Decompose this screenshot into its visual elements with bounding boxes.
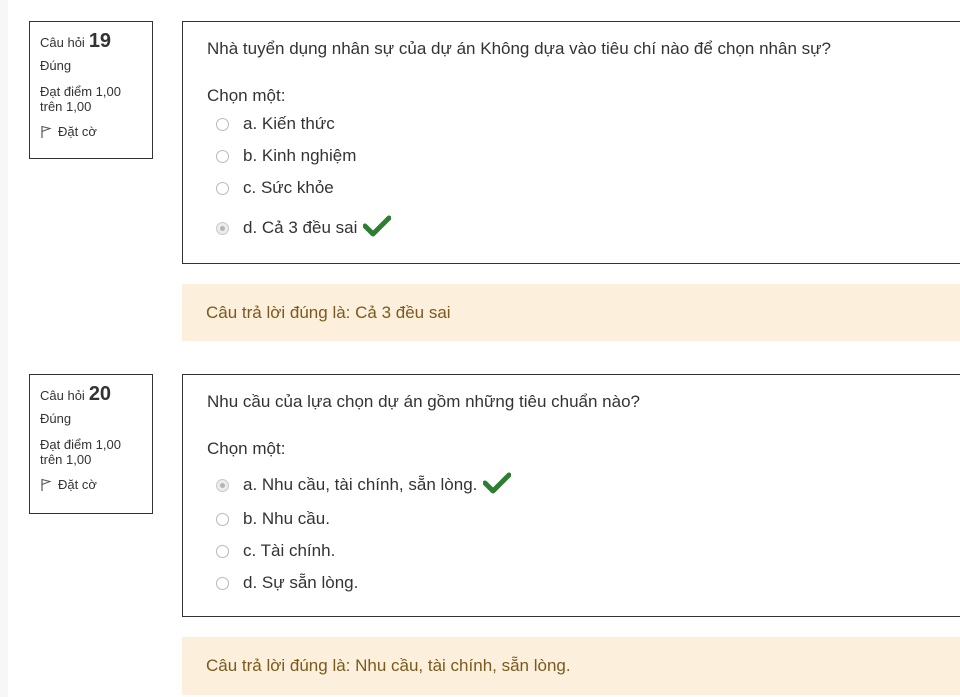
answer-prompt: Chọn một: <box>207 439 286 458</box>
correct-answer-text: Câu trả lời đúng là: Nhu cầu, tài chính,… <box>206 656 571 675</box>
answer-list: a. Nhu cầu, tài chính, sẵn lòng. b. Nhu … <box>207 467 948 599</box>
flag-question-button[interactable]: Đặt cờ <box>40 477 142 492</box>
answer-label: b. Kinh nghiệm <box>243 146 357 165</box>
question-label: Câu hỏi <box>40 388 85 403</box>
checkmark-icon <box>362 215 392 242</box>
answer-label: d. Sự sẵn lòng. <box>243 573 359 592</box>
question-content: Nhu cầu của lựa chọn dự án gồm những tiê… <box>182 374 960 617</box>
answer-label: a. Kiến thức <box>243 114 335 133</box>
answer-label: c. Sức khỏe <box>243 178 334 197</box>
correct-answer-text: Câu trả lời đúng là: Cả 3 đều sai <box>206 302 451 322</box>
question-number: Câu hỏi 20 <box>40 383 142 409</box>
radio-button[interactable] <box>216 181 229 195</box>
question-text: Nhu cầu của lựa chọn dự án gồm những tiê… <box>207 392 640 411</box>
answer-option[interactable]: b. Kinh nghiệm <box>207 140 948 172</box>
flag-question-button[interactable]: Đặt cờ <box>40 124 142 139</box>
question-feedback: Câu trả lời đúng là: Nhu cầu, tài chính,… <box>182 637 960 695</box>
answer-list: a. Kiến thức b. Kinh nghiệm c. Sức khỏe … <box>207 108 948 252</box>
answer-prompt: Chọn một: <box>207 86 286 105</box>
question-info-box: Câu hỏi 20 Đúng Đạt điểm 1,00 trên 1,00 … <box>29 374 153 514</box>
question-number: Câu hỏi 19 <box>40 30 142 56</box>
radio-button-selected[interactable] <box>216 478 229 492</box>
flag-label: Đặt cờ <box>58 477 97 492</box>
left-margin-strip <box>0 0 8 697</box>
flag-icon <box>40 125 52 139</box>
answer-label: c. Tài chính. <box>243 541 336 560</box>
flag-label: Đặt cờ <box>58 124 97 139</box>
question-grade: Đạt điểm 1,00 trên 1,00 <box>40 84 121 114</box>
question-label: Câu hỏi <box>40 35 85 50</box>
answer-option-selected[interactable]: d. Cả 3 đều sai <box>207 204 948 252</box>
answer-option[interactable]: b. Nhu cầu. <box>207 503 948 535</box>
flag-icon <box>40 478 52 492</box>
question-feedback: Câu trả lời đúng là: Cả 3 đều sai <box>182 284 960 341</box>
radio-button[interactable] <box>216 544 229 558</box>
question-number-value: 19 <box>88 30 112 52</box>
answer-option-selected[interactable]: a. Nhu cầu, tài chính, sẵn lòng. <box>207 467 948 503</box>
checkmark-icon <box>482 472 512 499</box>
question-state: Đúng <box>40 411 72 426</box>
question-grade: Đạt điểm 1,00 trên 1,00 <box>40 437 121 467</box>
question-state: Đúng <box>40 58 72 73</box>
radio-button[interactable] <box>216 117 229 131</box>
radio-button[interactable] <box>216 512 229 526</box>
radio-button[interactable] <box>216 576 229 590</box>
answer-label: b. Nhu cầu. <box>243 509 330 528</box>
question-number-value: 20 <box>88 383 112 405</box>
answer-label: d. Cả 3 đều sai <box>243 218 358 237</box>
answer-option[interactable]: a. Kiến thức <box>207 108 948 140</box>
radio-button[interactable] <box>216 149 229 163</box>
answer-option[interactable]: d. Sự sẵn lòng. <box>207 567 948 599</box>
answer-label: a. Nhu cầu, tài chính, sẵn lòng. <box>243 475 478 494</box>
question-text: Nhà tuyển dụng nhân sự của dự án Không d… <box>207 39 831 58</box>
question-info-box: Câu hỏi 19 Đúng Đạt điểm 1,00 trên 1,00 … <box>29 21 153 159</box>
question-content: Nhà tuyển dụng nhân sự của dự án Không d… <box>182 21 960 264</box>
radio-button-selected[interactable] <box>216 221 229 235</box>
answer-option[interactable]: c. Sức khỏe <box>207 172 948 204</box>
answer-option[interactable]: c. Tài chính. <box>207 535 948 567</box>
